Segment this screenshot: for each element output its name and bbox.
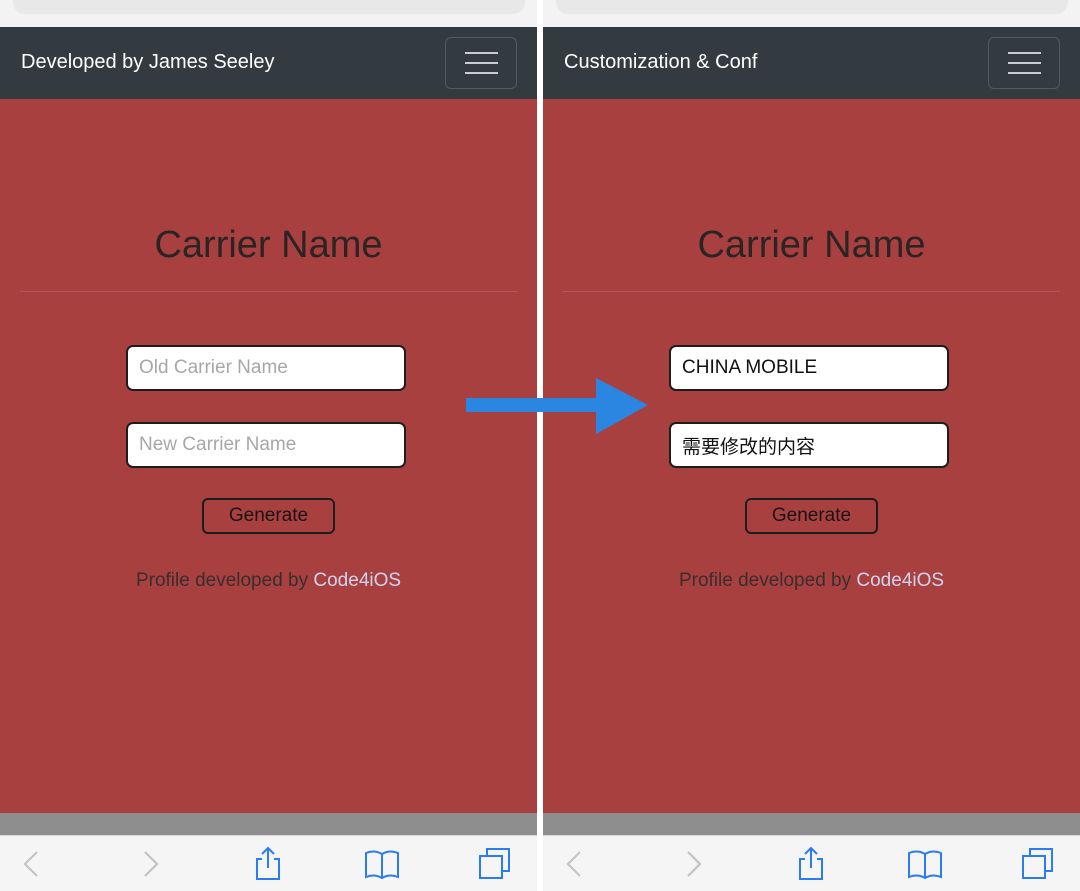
chevron-right-icon[interactable] bbox=[132, 846, 168, 882]
divider bbox=[20, 291, 517, 292]
navbar-brand[interactable]: Customization & Conf bbox=[564, 51, 757, 74]
toolbar-separator bbox=[543, 813, 1080, 835]
menu-toggle-button[interactable] bbox=[988, 37, 1060, 89]
safari-address-area bbox=[0, 0, 537, 27]
phone-screen-after: Customization & Conf Carrier Name Genera… bbox=[543, 0, 1080, 891]
credit-text: Profile developed by bbox=[135, 570, 309, 591]
credit-line: Profile developed by Code4iOS bbox=[543, 570, 1080, 592]
navbar: Customization & Conf bbox=[543, 27, 1080, 99]
chevron-right-icon[interactable] bbox=[675, 846, 711, 882]
credit-line: Profile developed by Code4iOS bbox=[0, 570, 537, 592]
chevron-left-icon[interactable] bbox=[14, 846, 50, 882]
book-icon[interactable] bbox=[364, 846, 400, 882]
phone-screen-before: Developed by James Seeley Carrier Name G… bbox=[0, 0, 537, 891]
safari-toolbar bbox=[0, 835, 537, 891]
share-icon[interactable] bbox=[793, 846, 829, 882]
navbar: Developed by James Seeley bbox=[0, 27, 537, 99]
code4ios-link[interactable]: Code4iOS bbox=[313, 570, 401, 591]
address-bar[interactable] bbox=[556, 0, 1068, 14]
navbar-brand[interactable]: Developed by James Seeley bbox=[21, 51, 274, 74]
divider bbox=[563, 291, 1060, 292]
menu-toggle-button[interactable] bbox=[445, 37, 517, 89]
book-icon[interactable] bbox=[907, 846, 943, 882]
safari-toolbar bbox=[543, 835, 1080, 891]
tabs-icon[interactable] bbox=[1020, 846, 1056, 882]
generate-button[interactable]: Generate bbox=[202, 498, 335, 534]
old-carrier-name-input[interactable] bbox=[669, 345, 949, 391]
page-title: Carrier Name bbox=[697, 224, 926, 266]
toolbar-separator bbox=[0, 813, 537, 835]
tabs-icon[interactable] bbox=[477, 846, 513, 882]
arrow-right-icon bbox=[466, 378, 648, 434]
address-bar[interactable] bbox=[13, 0, 525, 14]
share-icon[interactable] bbox=[250, 846, 286, 882]
old-carrier-name-input[interactable] bbox=[126, 345, 406, 391]
chevron-left-icon[interactable] bbox=[557, 846, 593, 882]
credit-text: Profile developed by bbox=[678, 570, 852, 591]
generate-button[interactable]: Generate bbox=[745, 498, 878, 534]
new-carrier-name-input[interactable] bbox=[669, 422, 949, 468]
new-carrier-name-input[interactable] bbox=[126, 422, 406, 468]
page-title: Carrier Name bbox=[154, 224, 383, 266]
code4ios-link[interactable]: Code4iOS bbox=[856, 570, 944, 591]
safari-address-area bbox=[543, 0, 1080, 27]
